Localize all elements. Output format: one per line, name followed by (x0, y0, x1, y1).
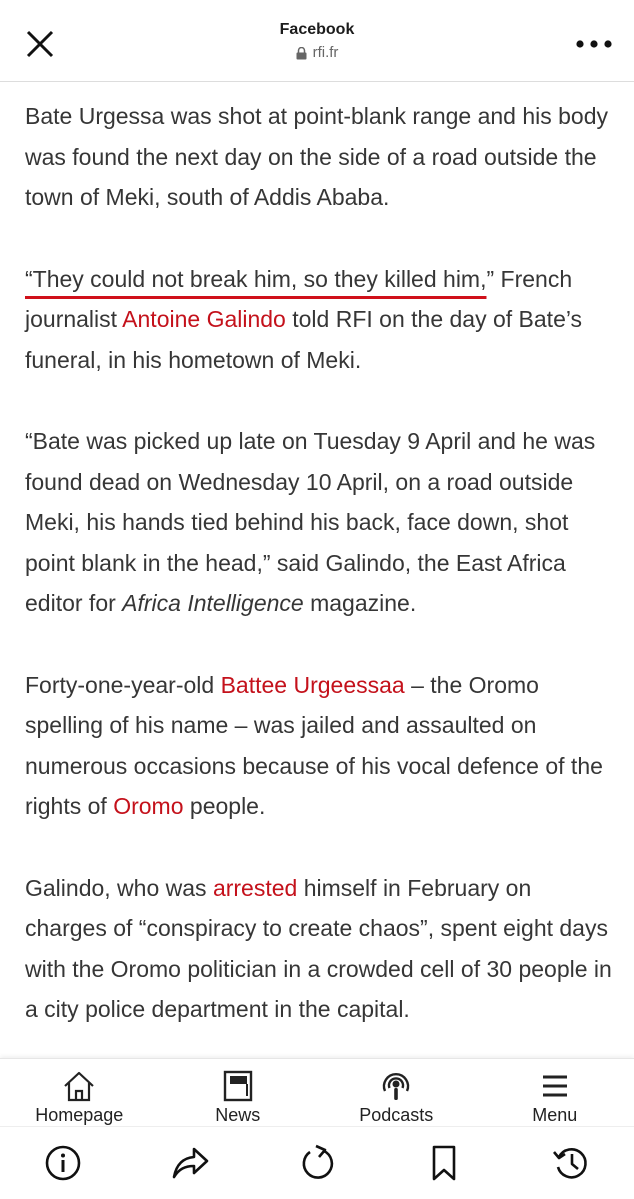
link-oromo[interactable]: Oromo (113, 793, 183, 819)
paragraph-2: “They could not break him, so they kille… (25, 259, 615, 381)
bookmark-button[interactable] (422, 1141, 466, 1185)
paragraph-4-end: people. (183, 793, 266, 819)
publication-name: Africa Intelligence (122, 590, 304, 616)
link-battee-urgeessaa[interactable]: Battee Urgeessaa (221, 672, 405, 698)
underlined-quote: “They could not break him, so they kille… (25, 265, 487, 292)
info-button[interactable] (41, 1141, 85, 1185)
share-button[interactable] (168, 1141, 212, 1185)
nav-podcasts-label: Podcasts (359, 1105, 434, 1125)
paragraph-3-text: “Bate was picked up late on Tuesday 9 Ap… (25, 428, 596, 616)
refresh-button[interactable] (295, 1141, 339, 1185)
news-icon (223, 1070, 252, 1102)
nav-menu[interactable]: Menu (476, 1059, 634, 1126)
home-icon (64, 1071, 94, 1102)
podcast-icon (383, 1073, 410, 1100)
article-body: Bate Urgessa was shot at point-blank ran… (25, 96, 615, 1071)
more-options-icon (576, 40, 612, 48)
paragraph-1: Bate Urgessa was shot at point-blank ran… (25, 103, 609, 210)
nav-news-label: News (215, 1105, 261, 1125)
paragraph-4-start: Forty-one-year-old (25, 671, 221, 698)
paragraph-3-end: magazine. (303, 590, 417, 616)
site-domain: rfi.fr (296, 42, 339, 64)
nav-homepage-label: Homepage (35, 1105, 124, 1125)
nav-menu-label: Menu (532, 1105, 578, 1125)
browser-toolbar (0, 1126, 634, 1199)
paragraph-3: “Bate was picked up late on Tuesday 9 Ap… (25, 421, 615, 624)
share-icon (172, 1147, 209, 1179)
nav-news[interactable]: News (159, 1059, 318, 1126)
lock-icon (296, 46, 307, 59)
history-button[interactable] (549, 1141, 593, 1185)
domain-text: rfi.fr (312, 44, 339, 61)
more-options-button[interactable] (574, 30, 614, 58)
link-arrested[interactable]: arrested (213, 875, 297, 901)
history-icon (552, 1148, 587, 1179)
menu-icon (542, 1075, 567, 1097)
paragraph-5: Galindo, who was arrested himself in Feb… (25, 868, 615, 1030)
refresh-icon (302, 1144, 334, 1179)
paragraph-4: Forty-one-year-old Battee Urgeessaa – th… (25, 665, 615, 827)
page-title: Facebook (279, 21, 355, 38)
nav-homepage[interactable]: Homepage (0, 1059, 159, 1126)
paragraph-5-start: Galindo, who was (25, 874, 213, 901)
page-title-block: Facebook rfi.fr (0, 20, 634, 65)
bookmark-icon (432, 1145, 456, 1181)
nav-podcasts[interactable]: Podcasts (317, 1059, 476, 1126)
browser-header: Facebook rfi.fr (0, 0, 634, 82)
bottom-nav: Homepage News Podcasts Menu (0, 1058, 634, 1126)
info-icon (46, 1145, 81, 1181)
link-antoine-galindo[interactable]: Antoine Galindo (122, 306, 286, 332)
